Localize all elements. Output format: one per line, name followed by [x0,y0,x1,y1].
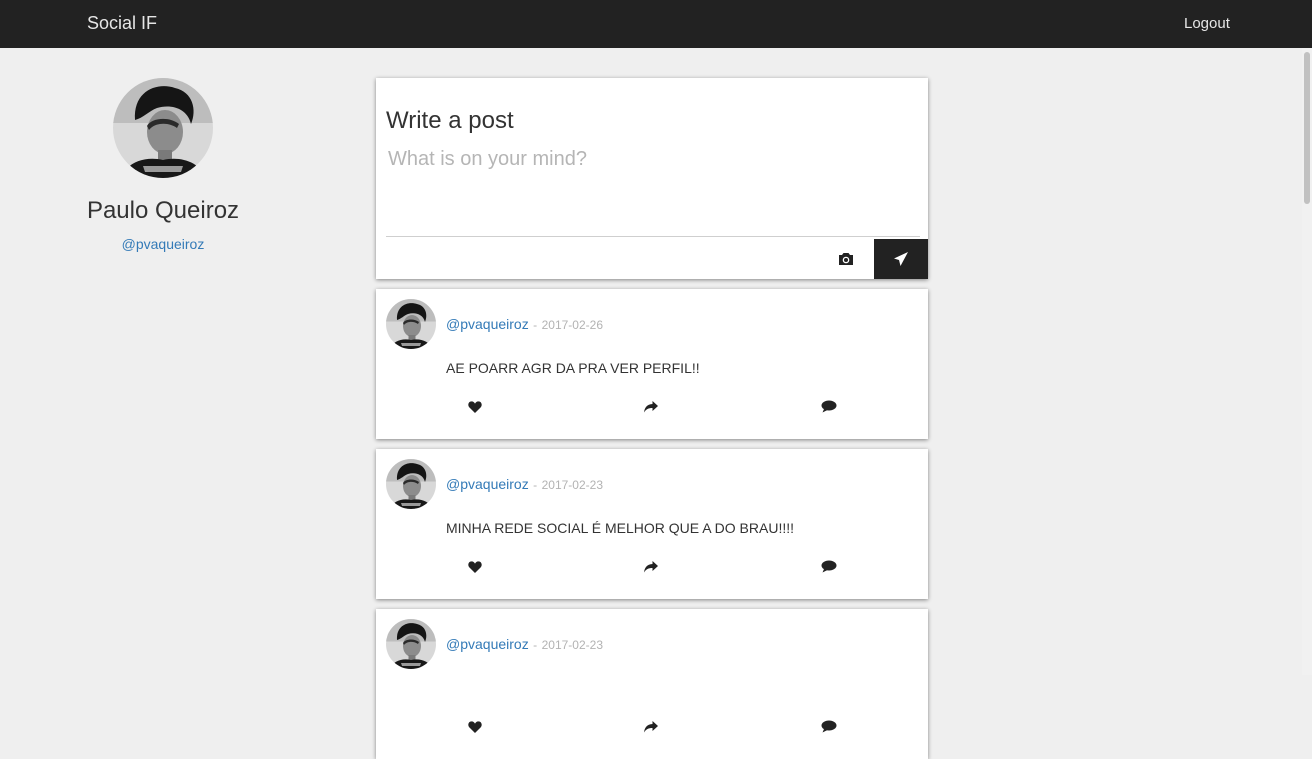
post-author-link[interactable]: @pvaqueiroz [446,636,529,652]
brand-link[interactable]: Social IF [87,13,157,34]
heart-icon [468,400,482,418]
like-button[interactable] [463,719,487,739]
page-scrollbar[interactable] [1302,48,1312,675]
post-date: 2017-02-23 [541,638,603,652]
share-icon [644,720,658,738]
post-input[interactable] [386,148,920,237]
share-button[interactable] [639,399,663,419]
share-button[interactable] [639,719,663,739]
post-meta: @pvaqueiroz - 2017-02-23 [446,636,603,654]
post-text: MINHA REDE SOCIAL É MELHOR QUE A DO BRAU… [446,520,795,536]
comment-icon [821,400,837,418]
camera-button[interactable] [831,239,861,279]
post-date: 2017-02-26 [541,318,603,332]
post-date: 2017-02-23 [541,478,603,492]
send-post-button[interactable] [874,239,928,279]
post-avatar[interactable] [386,299,436,349]
scrollbar-thumb[interactable] [1304,52,1310,204]
like-button[interactable] [463,399,487,419]
share-button[interactable] [639,559,663,579]
post-meta-separator: - [533,478,538,492]
share-icon [644,400,658,418]
comment-icon [821,560,837,578]
comment-button[interactable] [817,559,841,579]
profile-avatar [113,78,213,178]
post-text: AE POARR AGR DA PRA VER PERFIL!! [446,360,700,376]
post-composer: Write a post [376,78,928,279]
post-card: @pvaqueiroz - 2017-02-26 AE POARR AGR DA … [376,289,928,439]
heart-icon [468,560,482,578]
post-meta: @pvaqueiroz - 2017-02-23 [446,476,603,494]
share-icon [644,560,658,578]
post-author-link[interactable]: @pvaqueiroz [446,316,529,332]
navbar: Social IF Logout [0,0,1312,48]
post-meta-separator: - [533,318,538,332]
post-meta-separator: - [533,638,538,652]
comment-button[interactable] [817,399,841,419]
post-card: @pvaqueiroz - 2017-02-23 [376,609,928,759]
send-icon [894,252,908,266]
post-author-link[interactable]: @pvaqueiroz [446,476,529,492]
profile-handle-link[interactable]: @pvaqueiroz [40,236,286,252]
post-avatar[interactable] [386,459,436,509]
logout-link[interactable]: Logout [1184,15,1230,32]
like-button[interactable] [463,559,487,579]
post-avatar[interactable] [386,619,436,669]
post-meta: @pvaqueiroz - 2017-02-26 [446,316,603,334]
camera-icon [839,253,853,265]
post-card: @pvaqueiroz - 2017-02-23 MINHA REDE SOCIA… [376,449,928,599]
comment-button[interactable] [817,719,841,739]
comment-icon [821,720,837,738]
composer-title: Write a post [386,107,514,134]
heart-icon [468,720,482,738]
profile-name: Paulo Queiroz [86,197,240,224]
